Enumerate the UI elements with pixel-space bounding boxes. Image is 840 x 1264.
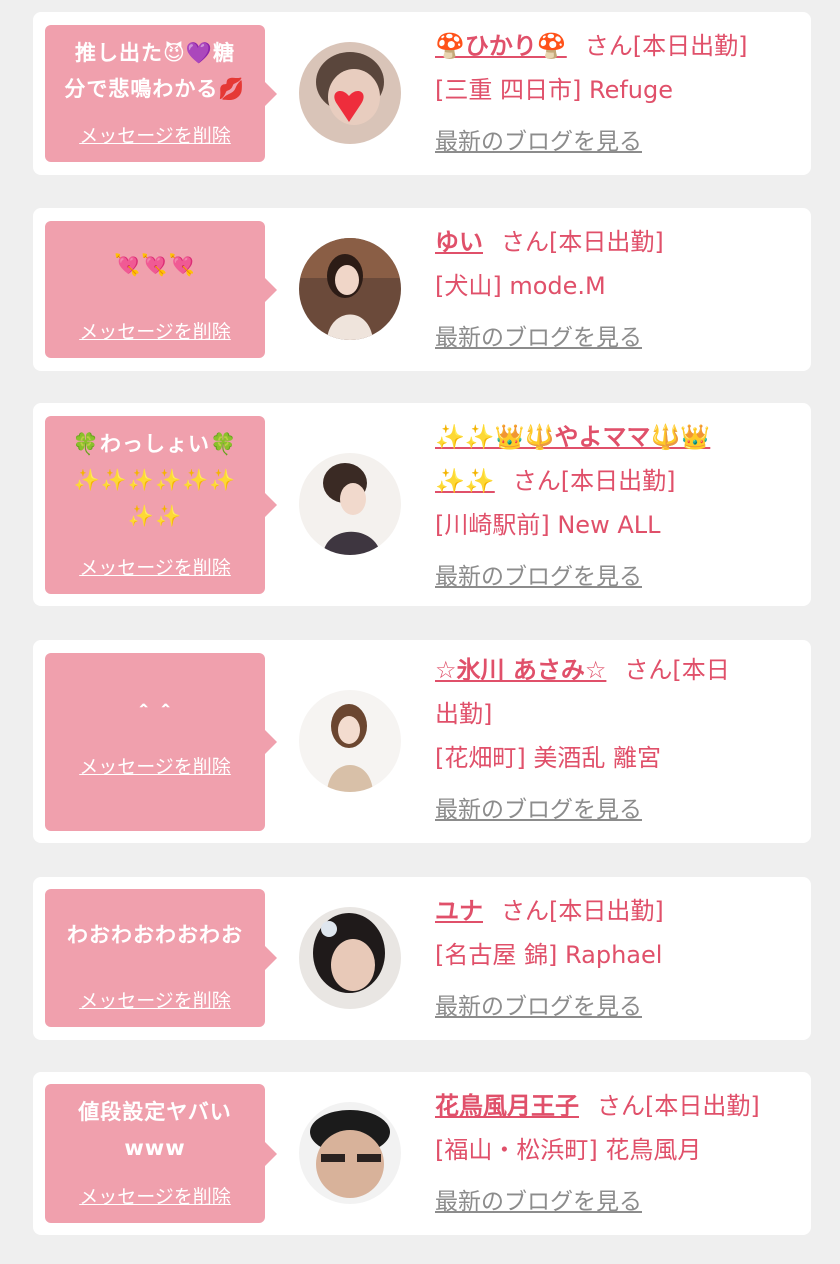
cast-name-link[interactable]: ユナ [435, 897, 483, 925]
latest-blog-link[interactable]: 最新のブログを見る [435, 985, 642, 1029]
cast-name-link[interactable]: ゆい [435, 228, 483, 256]
cast-info: ユナ さん[本日出勤] [名古屋 錦] Raphael 最新のブログを見る [435, 889, 795, 1029]
message-list: 推し出た😈💜糖 分で悲鳴わかる💋 メッセージを削除 🍄ひかり🍄 さん[本日出勤] … [0, 0, 840, 1264]
message-bubble: 値段設定ヤバい www メッセージを削除 [45, 1084, 277, 1223]
shop-label: [川崎駅前] New ALL [435, 511, 661, 539]
delete-message-link[interactable]: メッセージを削除 [45, 553, 265, 580]
avatar-image [299, 907, 401, 1009]
message-text-line: 🍀わっしょい🍀 [72, 432, 238, 456]
message-card: 🍀わっしょい🍀 ✨✨✨✨✨✨ ✨✨ メッセージを削除 ✨✨👑🔱やよママ🔱👑 ✨✨… [33, 403, 811, 606]
message-bubble: 推し出た😈💜糖 分で悲鳴わかる💋 メッセージを削除 [45, 25, 277, 162]
attendance-status: さん[本日出勤] [512, 467, 676, 495]
message-text-line: 💘💘💘 [114, 253, 196, 277]
message-bubble: 🍀わっしょい🍀 ✨✨✨✨✨✨ ✨✨ メッセージを削除 [45, 416, 277, 594]
avatar-image [299, 1102, 401, 1204]
attendance-status: さん[本日出勤] [501, 897, 664, 925]
avatar[interactable] [299, 1102, 401, 1204]
message-bubble: わおわおわおわお メッセージを削除 [45, 889, 277, 1027]
attendance-status: さん[本日 [624, 656, 730, 684]
message-card: ＾＾ メッセージを削除 ☆氷川 あさみ☆ さん[本日 出勤] [花畑町] 美酒乱 … [33, 640, 811, 843]
shop-label: [犬山] mode.M [435, 272, 606, 300]
shop-label: [名古屋 錦] Raphael [435, 941, 663, 969]
avatar-image [299, 42, 401, 144]
shop-label: [花畑町] 美酒乱 離宮 [435, 744, 661, 772]
avatar[interactable] [299, 907, 401, 1009]
delete-message-link[interactable]: メッセージを削除 [45, 121, 265, 148]
latest-blog-link[interactable]: 最新のブログを見る [435, 316, 642, 360]
avatar-image [299, 690, 401, 792]
attendance-status: さん[本日出勤] [597, 1092, 760, 1120]
message-bubble: ＾＾ メッセージを削除 [45, 653, 277, 831]
latest-blog-link[interactable]: 最新のブログを見る [435, 120, 642, 164]
avatar[interactable] [299, 690, 401, 792]
cast-name-link[interactable]: 🍄ひかり🍄 [435, 32, 567, 60]
cast-name-link[interactable]: 花鳥風月王子 [435, 1092, 579, 1120]
shop-label: [三重 四日市] Refuge [435, 76, 674, 104]
message-card: 💘💘💘 メッセージを削除 ゆい さん[本日出勤] [犬山] mode.M 最新のブ… [33, 208, 811, 371]
cast-info: ゆい さん[本日出勤] [犬山] mode.M 最新のブログを見る [435, 220, 795, 360]
avatar-image [299, 453, 401, 555]
avatar[interactable] [299, 238, 401, 340]
delete-message-link[interactable]: メッセージを削除 [45, 1182, 265, 1209]
cast-info: 🍄ひかり🍄 さん[本日出勤] [三重 四日市] Refuge 最新のブログを見る [435, 24, 795, 164]
latest-blog-link[interactable]: 最新のブログを見る [435, 555, 642, 599]
message-text-line: ✨✨✨✨✨✨ [73, 468, 237, 492]
cast-name-link-continued[interactable]: ✨✨ [435, 467, 495, 495]
shop-label: [福山・松浜町] 花鳥風月 [435, 1136, 702, 1164]
attendance-status: さん[本日出勤] [584, 32, 748, 60]
message-text-line: ＾＾ [133, 705, 177, 729]
latest-blog-link[interactable]: 最新のブログを見る [435, 788, 642, 832]
message-text-line: www [124, 1136, 186, 1160]
message-text-line: ✨✨ [127, 504, 183, 528]
message-card: 値段設定ヤバい www メッセージを削除 花鳥風月王子 さん[本日出勤] [福山・… [33, 1072, 811, 1235]
attendance-status-continued: 出勤] [435, 700, 493, 728]
message-text-line: 値段設定ヤバい [78, 1100, 232, 1124]
cast-info: 花鳥風月王子 さん[本日出勤] [福山・松浜町] 花鳥風月 最新のブログを見る [435, 1084, 795, 1224]
delete-message-link[interactable]: メッセージを削除 [45, 317, 265, 344]
cast-info: ✨✨👑🔱やよママ🔱👑 ✨✨ さん[本日出勤] [川崎駅前] New ALL 最新の… [435, 415, 795, 599]
avatar[interactable] [299, 453, 401, 555]
message-text-line: 分で悲鳴わかる💋 [64, 77, 246, 101]
delete-message-link[interactable]: メッセージを削除 [45, 752, 265, 779]
message-text-line: 推し出た😈💜糖 [74, 41, 236, 65]
cast-info: ☆氷川 あさみ☆ さん[本日 出勤] [花畑町] 美酒乱 離宮 最新のブログを見る [435, 648, 795, 832]
cast-name-link[interactable]: ✨✨👑🔱やよママ🔱👑 [435, 423, 710, 451]
latest-blog-link[interactable]: 最新のブログを見る [435, 1180, 642, 1224]
avatar-image [299, 238, 401, 340]
avatar[interactable] [299, 42, 401, 144]
message-bubble: 💘💘💘 メッセージを削除 [45, 221, 277, 358]
attendance-status: さん[本日出勤] [501, 228, 664, 256]
cast-name-link[interactable]: ☆氷川 あさみ☆ [435, 656, 606, 684]
message-card: 推し出た😈💜糖 分で悲鳴わかる💋 メッセージを削除 🍄ひかり🍄 さん[本日出勤] … [33, 12, 811, 175]
delete-message-link[interactable]: メッセージを削除 [45, 986, 265, 1013]
message-text-line: わおわおわおわお [67, 923, 243, 947]
message-card: わおわおわおわお メッセージを削除 ユナ さん[本日出勤] [名古屋 錦] Rap… [33, 877, 811, 1040]
